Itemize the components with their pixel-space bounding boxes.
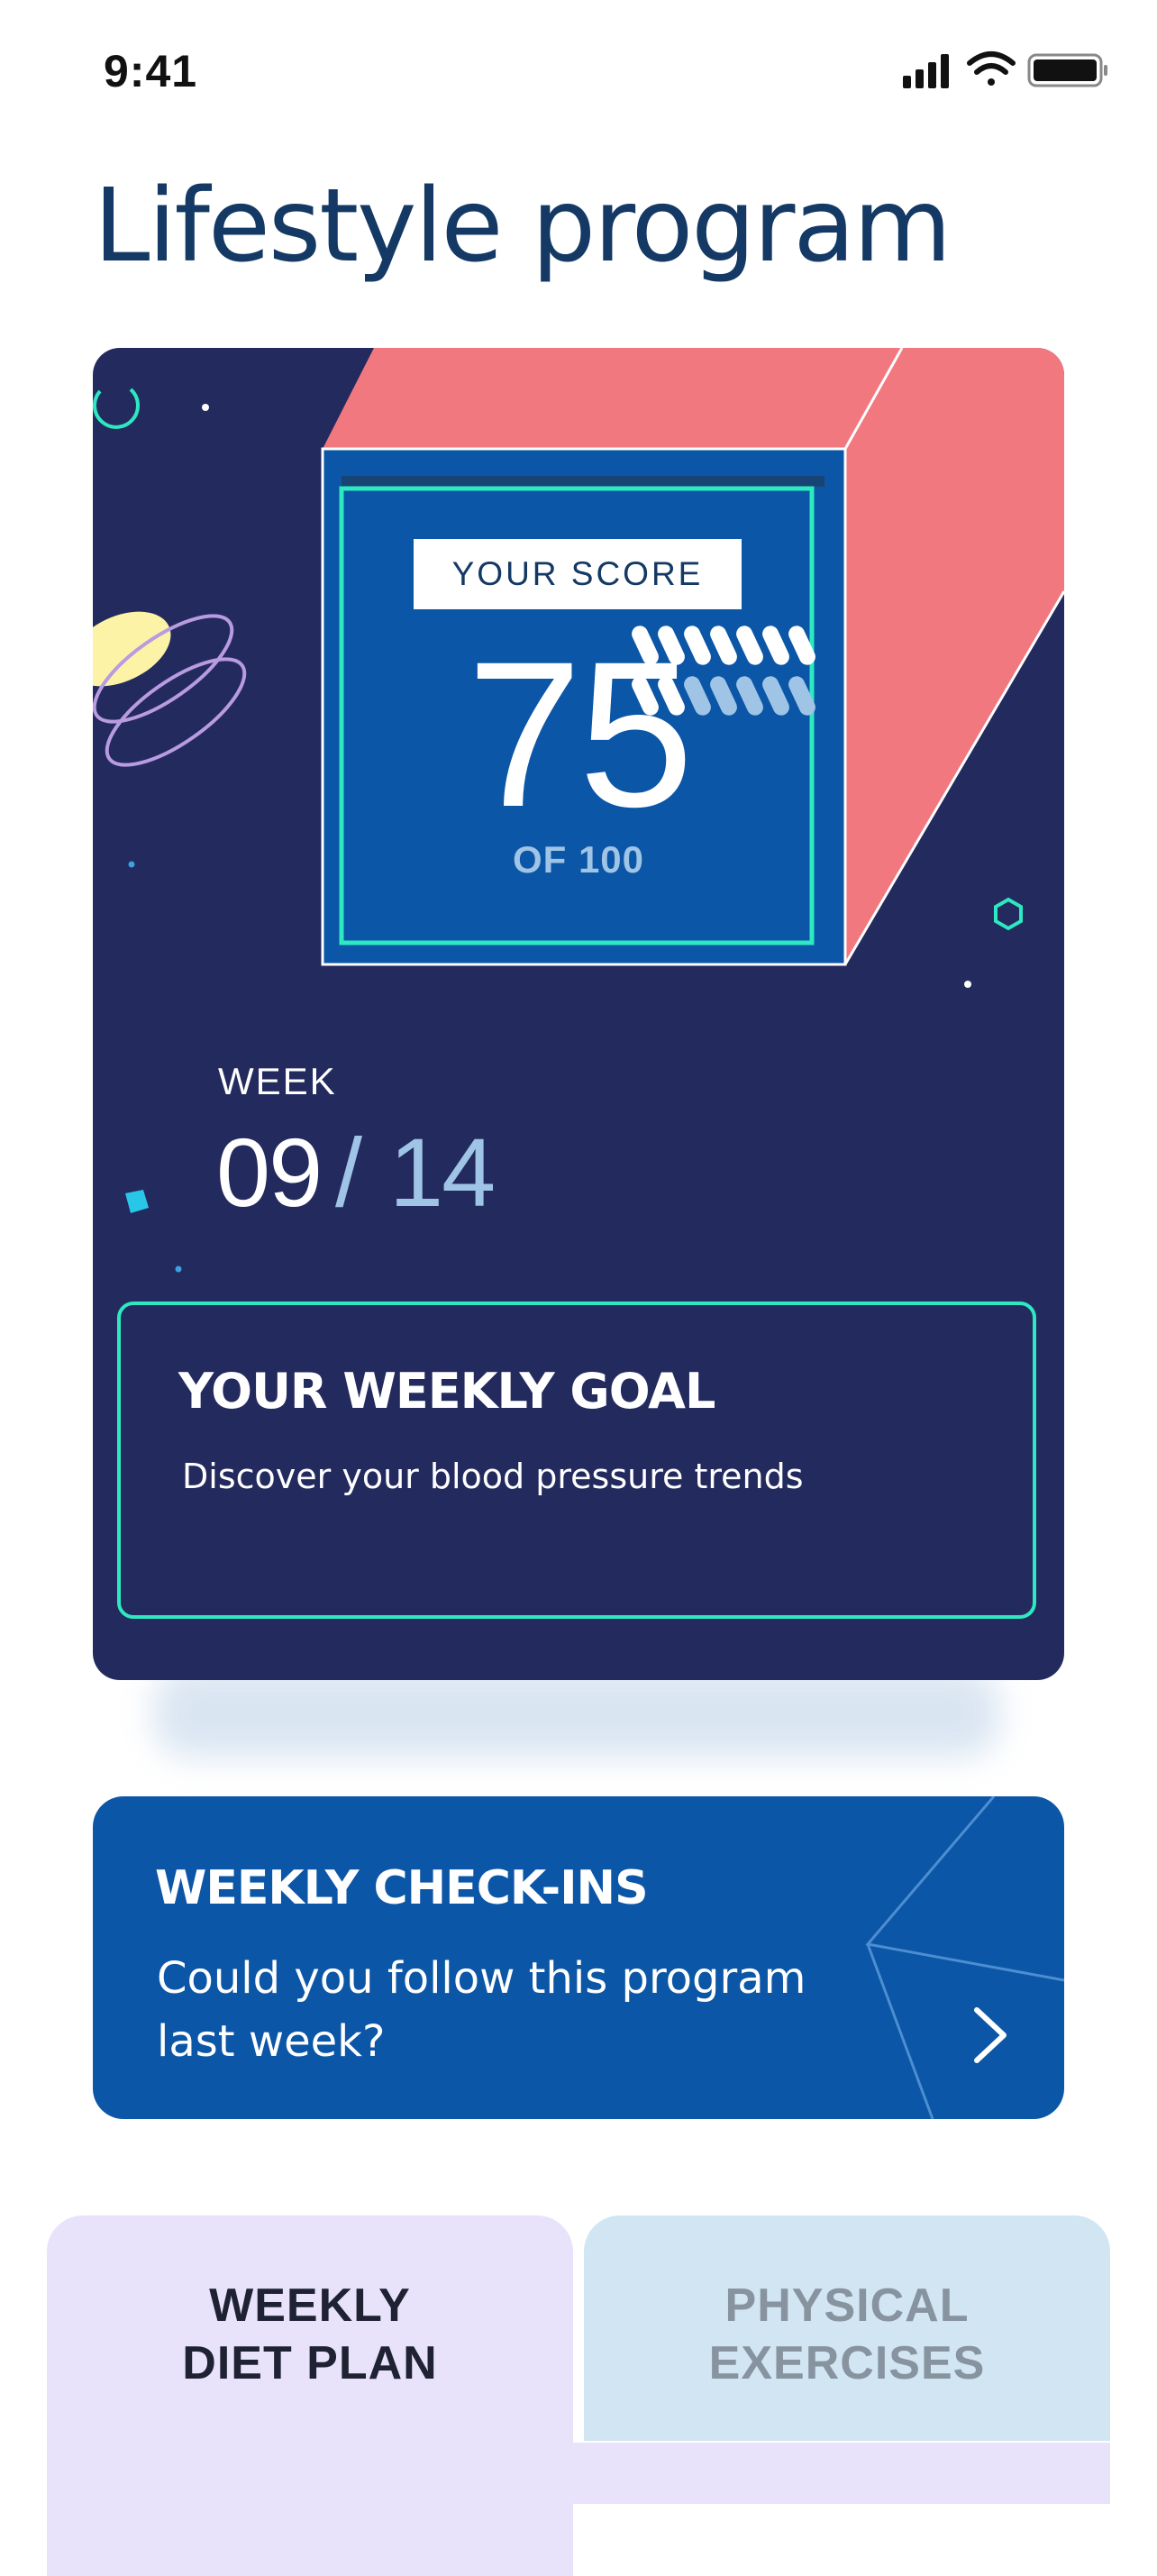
card-shadow [153,1667,1000,1758]
tab-label-line2: EXERCISES [708,2337,986,2389]
status-icons [903,51,1107,88]
weekly-goal-title: YOUR WEEKLY GOAL [178,1363,715,1420]
tab-panel [47,2443,1110,2504]
week-label: WEEK [218,1060,337,1102]
wifi-icon [967,51,1016,86]
checkins-text: Could you follow this program last week? [157,1953,806,2067]
score-max-label: OF 100 [512,838,645,881]
tab-weekly-diet-plan[interactable]: WEEKLY DIET PLAN [47,2215,573,2576]
week-separator: / [335,1118,363,1227]
week-current: 09 [216,1118,323,1227]
tab-label-line1: PHYSICAL [724,2279,970,2332]
page-title: Lifestyle program [94,168,952,285]
tab-physical-exercises[interactable]: PHYSICAL EXERCISES [584,2215,1110,2443]
checkins-title: WEEKLY CHECK-INS [155,1861,649,1915]
tab-label-line2: DIET PLAN [182,2337,438,2389]
battery-icon [1027,53,1107,87]
weekly-goal-text: Discover your blood pressure trends [182,1457,804,1496]
tab-label-line1: WEEKLY [209,2279,411,2332]
status-time: 9:41 [104,46,198,96]
chevron-right-icon[interactable] [964,2001,1018,2069]
signal-icon [903,54,949,88]
score-value: 75 [467,618,694,850]
week-total: 14 [389,1118,496,1227]
score-tag: YOUR SCORE [414,539,742,609]
